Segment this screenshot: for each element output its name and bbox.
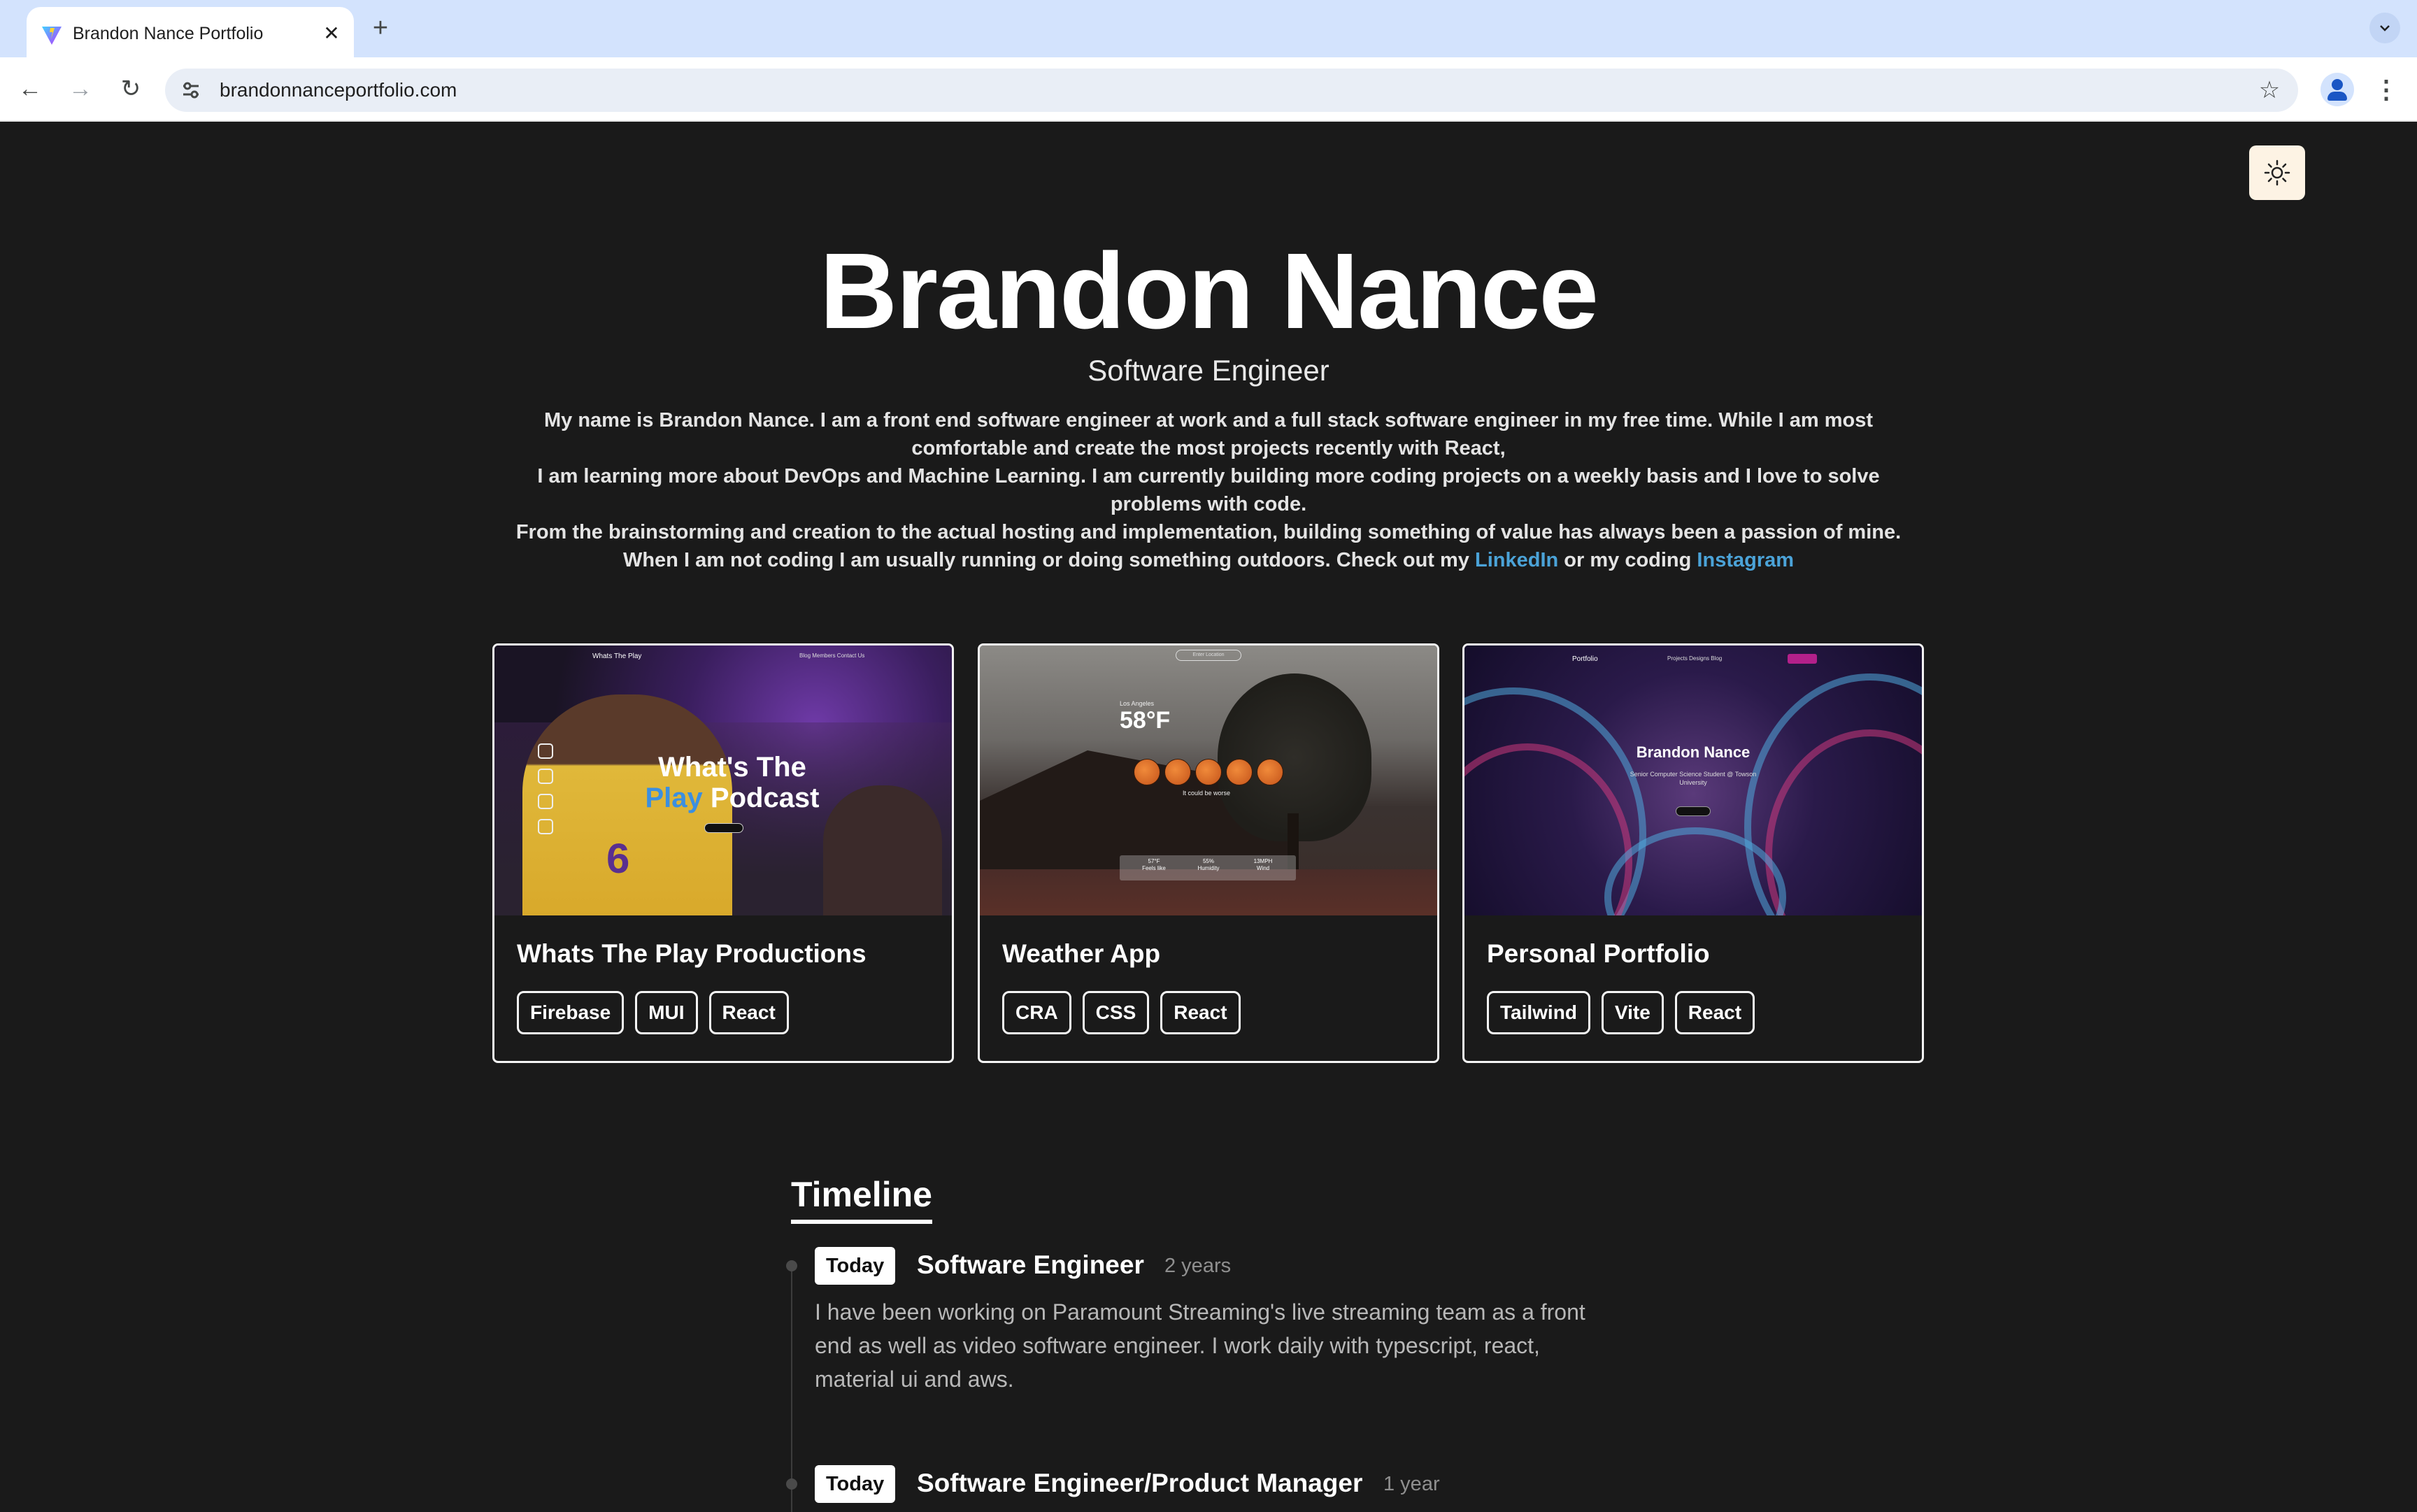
basketball-icon xyxy=(1164,759,1191,785)
browser-menu-icon[interactable]: ⋮ xyxy=(2372,73,2400,106)
timeline-duration: 2 years xyxy=(1164,1255,1232,1277)
tab-search-button[interactable] xyxy=(2369,13,2400,43)
project-card-whats-the-play[interactable]: 6 Whats The Play Blog Members Contact Us… xyxy=(492,643,954,1063)
bio-line-1: My name is Brandon Nance. I am a front e… xyxy=(544,409,1873,459)
tag: Tailwind xyxy=(1487,991,1590,1034)
close-tab-icon[interactable]: ✕ xyxy=(318,20,345,48)
linkedin-link[interactable]: LinkedIn xyxy=(1475,549,1558,571)
project-card-personal-portfolio[interactable]: Portfolio Projects Designs Blog Brandon … xyxy=(1462,643,1924,1063)
project-card-weather-app[interactable]: Enter Location Los Angeles 58°F It could… xyxy=(978,643,1439,1063)
project-screenshot: Portfolio Projects Designs Blog Brandon … xyxy=(1464,646,1922,915)
bio-line-4-mid: or my coding xyxy=(1558,549,1697,571)
new-tab-button[interactable]: + xyxy=(366,14,394,42)
project-screenshot: Enter Location Los Angeles 58°F It could… xyxy=(980,646,1437,915)
project-screenshot: 6 Whats The Play Blog Members Contact Us… xyxy=(494,646,952,915)
timeline-description: I have been working on Paramount Streami… xyxy=(815,1299,1585,1392)
basketball-icon xyxy=(1226,759,1253,785)
tab-title: Brandon Nance Portfolio xyxy=(73,24,264,43)
vite-favicon-icon xyxy=(42,27,62,45)
project-title: Whats The Play Productions xyxy=(517,939,867,968)
tag-list: Firebase MUI React xyxy=(517,991,789,1034)
bookmark-star-icon[interactable]: ☆ xyxy=(2255,76,2284,105)
timeline-role: Software Engineer/Product Manager xyxy=(917,1469,1363,1497)
timeline-underline xyxy=(791,1220,932,1224)
sun-icon xyxy=(2264,159,2290,186)
tag: CSS xyxy=(1082,991,1150,1034)
tag-list: CRA CSS React xyxy=(1002,991,1241,1034)
avatar-body xyxy=(2327,92,2347,101)
instagram-link[interactable]: Instagram xyxy=(1697,549,1794,571)
timeline-line xyxy=(791,1262,792,1512)
tag: React xyxy=(708,991,789,1034)
timeline-title: Timeline xyxy=(791,1175,932,1214)
youtube-icon xyxy=(538,819,553,834)
forward-button[interactable]: → xyxy=(63,71,98,106)
reload-button[interactable]: ↻ xyxy=(113,71,148,106)
hero-name: Brandon Nance xyxy=(819,231,1599,351)
email-icon xyxy=(538,794,553,809)
bio-line-3: From the brainstorming and creation to t… xyxy=(515,521,1902,543)
address-bar[interactable]: brandonnanceportfolio.com ☆ xyxy=(165,69,2298,112)
instagram-icon xyxy=(538,743,553,759)
timeline-dot xyxy=(786,1260,797,1271)
url-text[interactable]: brandonnanceportfolio.com xyxy=(220,79,457,101)
timeline-badge: Today xyxy=(815,1465,896,1503)
tag: CRA xyxy=(1002,991,1071,1034)
tag: React xyxy=(1674,991,1755,1034)
browser-toolbar: ← → ↻ brandonnanceportfolio.com ☆ ⋮ xyxy=(0,57,2417,122)
project-title: Weather App xyxy=(1002,939,1161,968)
timeline-role: Software Engineer xyxy=(917,1250,1144,1279)
hero-role: Software Engineer xyxy=(1088,354,1329,387)
browser-tab[interactable]: Brandon Nance Portfolio ✕ xyxy=(27,7,354,57)
browser-tab-bar: Brandon Nance Portfolio ✕ + xyxy=(0,0,2417,57)
tag: MUI xyxy=(635,991,698,1034)
bio-line-2: I am learning more about DevOps and Mach… xyxy=(537,465,1880,515)
basketball-icon xyxy=(1134,759,1160,785)
tiktok-icon xyxy=(538,769,553,784)
profile-avatar[interactable] xyxy=(2320,73,2354,106)
tag-list: Tailwind Vite React xyxy=(1487,991,1755,1034)
chevron-down-icon xyxy=(2380,25,2390,31)
avatar-head xyxy=(2332,79,2343,90)
page-content: Brandon Nance Software Engineer My name … xyxy=(0,123,2417,1512)
timeline-badge: Today xyxy=(815,1247,896,1285)
basketball-icon xyxy=(1195,759,1222,785)
bio-line-4: When I am not coding I am usually runnin… xyxy=(622,549,1475,571)
basketball-icon xyxy=(1257,759,1283,785)
back-button[interactable]: ← xyxy=(13,71,48,106)
tag: Firebase xyxy=(517,991,625,1034)
tag: Vite xyxy=(1601,991,1664,1034)
site-info-icon[interactable] xyxy=(179,78,203,102)
timeline-duration: 1 year xyxy=(1383,1473,1440,1495)
timeline-dot xyxy=(786,1478,797,1490)
project-title: Personal Portfolio xyxy=(1487,939,1710,968)
theme-toggle-button[interactable] xyxy=(2249,145,2305,200)
bio-paragraph: My name is Brandon Nance. I am a front e… xyxy=(490,406,1927,574)
tag: React xyxy=(1160,991,1241,1034)
